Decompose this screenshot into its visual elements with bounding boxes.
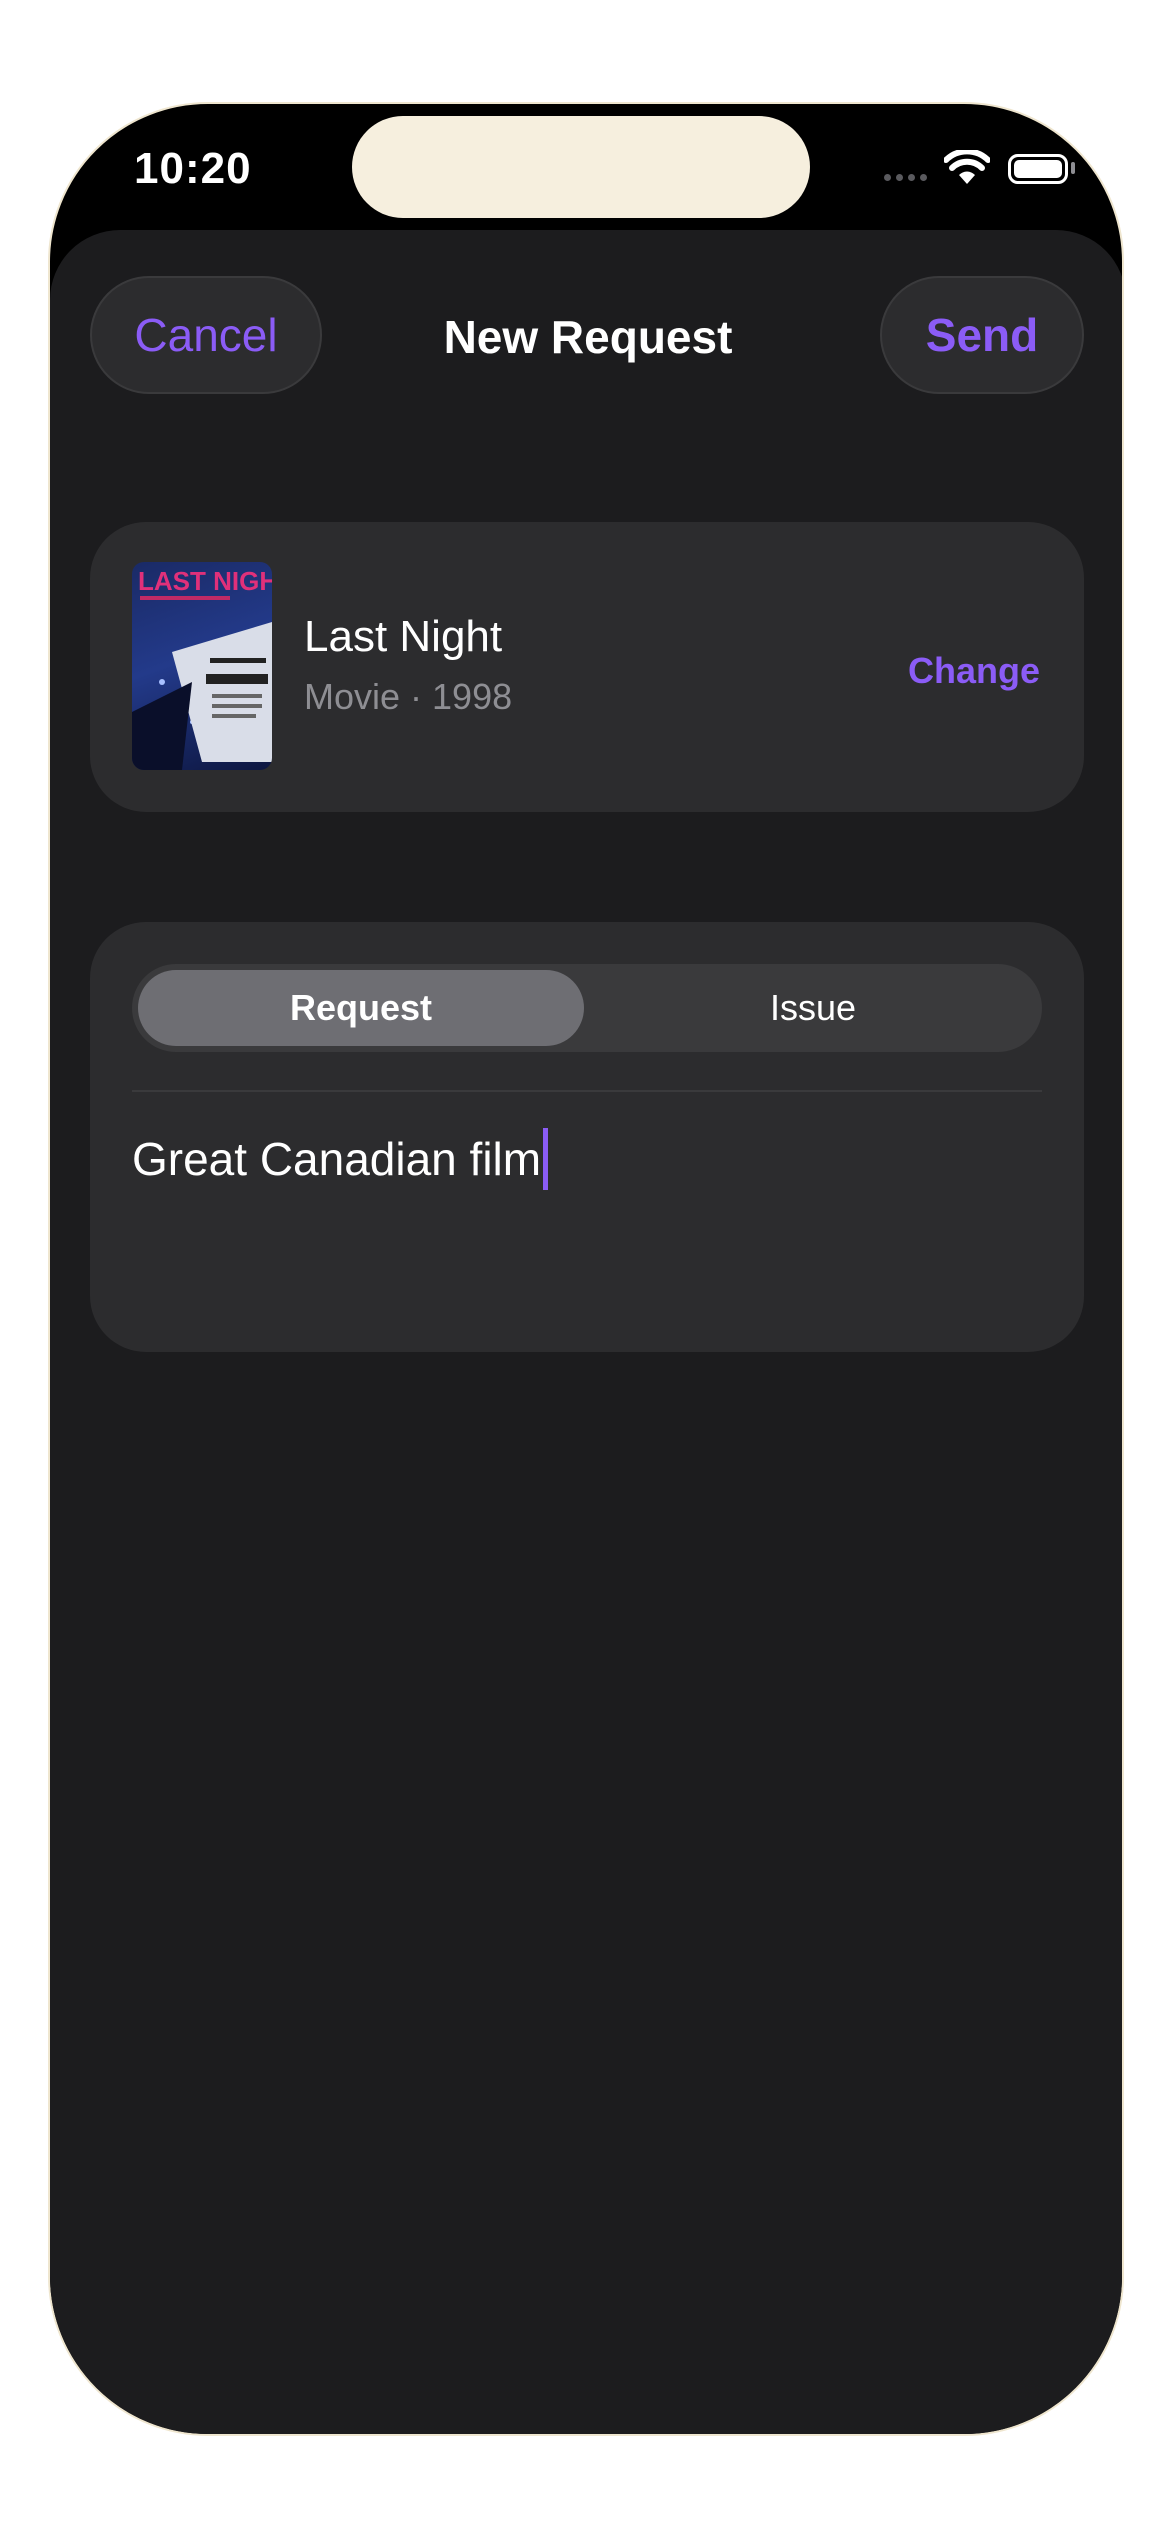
note-text-field[interactable]: Great Canadian film xyxy=(132,1128,549,1190)
wifi-icon xyxy=(944,150,990,184)
media-card: LAST NIGHT Last Night Movie · 1998 xyxy=(90,522,1084,812)
note-text: Great Canadian film xyxy=(132,1133,542,1185)
poster-image: LAST NIGHT xyxy=(132,562,272,770)
phone-frame: 10:20 Cancel New Request Send LAST NIGHT xyxy=(48,102,1124,2436)
media-title: Last Night xyxy=(304,612,503,661)
new-request-sheet: Cancel New Request Send LAST NIGHT xyxy=(50,230,1122,2434)
battery-tip xyxy=(1071,162,1075,174)
text-cursor xyxy=(543,1128,549,1190)
change-button[interactable]: Change xyxy=(908,650,1040,692)
battery-icon xyxy=(1008,154,1068,184)
svg-text:LAST NIGHT: LAST NIGHT xyxy=(138,566,272,596)
divider xyxy=(132,1090,1042,1092)
send-button[interactable]: Send xyxy=(880,276,1084,394)
cellular-signal-icon xyxy=(884,174,927,181)
request-type-segmented-control: Request Issue xyxy=(132,964,1042,1052)
segment-request[interactable]: Request xyxy=(138,970,584,1046)
dynamic-island xyxy=(352,116,810,218)
segment-issue[interactable]: Issue xyxy=(590,970,1036,1046)
media-subtitle: Movie · 1998 xyxy=(304,676,513,717)
status-time: 10:20 xyxy=(134,144,252,193)
request-form-card: Request Issue Great Canadian film xyxy=(90,922,1084,1352)
